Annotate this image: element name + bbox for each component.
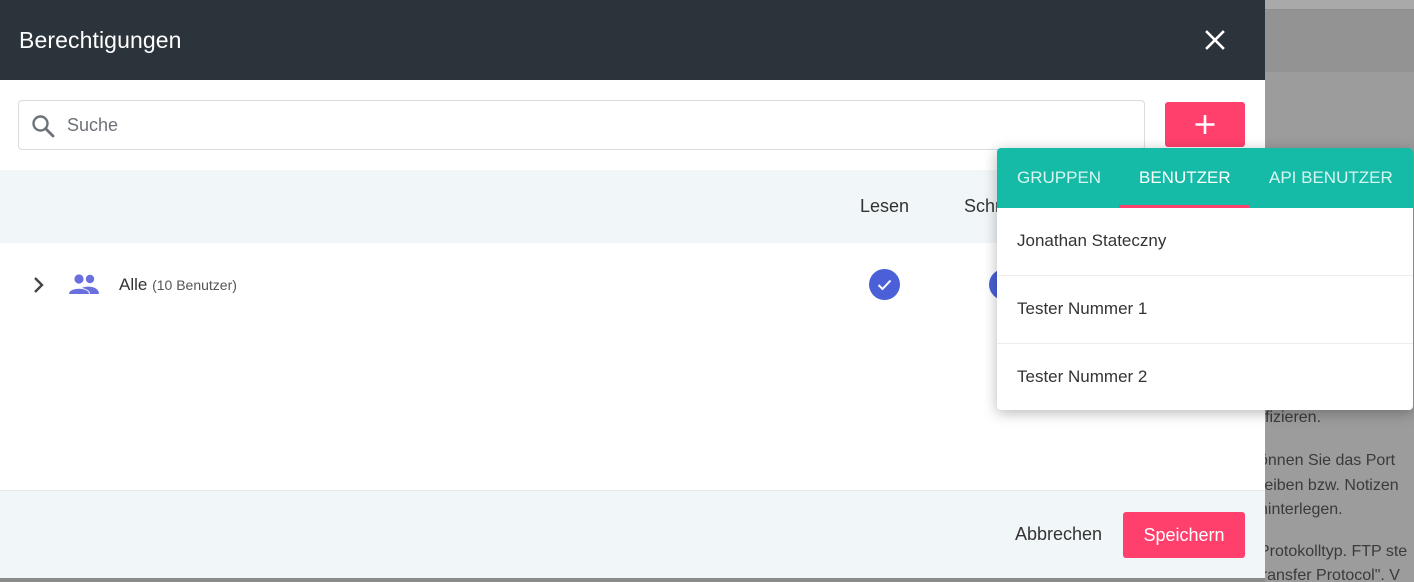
cancel-button[interactable]: Abbrechen [1015,524,1102,545]
list-item[interactable]: Jonathan Stateczny [997,208,1413,276]
column-write-header: Schr [964,196,1002,216]
row-label-name: Alle [119,275,148,294]
column-read-header: Lesen [860,196,910,216]
background-strip [1265,10,1414,72]
search-box [18,100,1145,150]
add-button[interactable] [1165,102,1245,147]
list-item[interactable]: Tester Nummer 1 [997,276,1413,344]
group-icon [69,274,99,294]
tab-groups[interactable]: Gruppen [1017,148,1101,208]
close-icon [1205,30,1225,50]
search-input[interactable] [67,102,1127,148]
search-icon [32,115,55,138]
user-list: Jonathan Stateczny Tester Nummer 1 Teste… [997,208,1413,410]
chevron-right-icon [34,277,44,293]
check-icon [877,279,892,291]
background-topbar [1265,0,1414,10]
read-permission-check[interactable] [869,269,900,300]
add-permission-popup: Gruppen Benutzer API Benutzer Jonathan S… [997,148,1413,410]
expand-button[interactable] [30,275,48,295]
dialog-header: Berechtigungen [0,0,1265,80]
row-label: Alle (10 Benutzer) [119,275,237,295]
dialog-title: Berechtigungen [19,27,182,53]
background-text: reiben bzw. Notizen [1265,477,1399,494]
background-text: fizieren. [1265,409,1322,426]
background-text: hinterlegen. [1265,501,1343,518]
save-button[interactable]: Speichern [1123,512,1245,558]
tab-api-users[interactable]: API Benutzer [1269,148,1393,208]
plus-icon [1195,115,1215,134]
background-text: Protokolltyp. FTP ste [1265,543,1408,560]
tab-users[interactable]: Benutzer [1139,148,1231,208]
popup-tabs: Gruppen Benutzer API Benutzer [997,148,1413,208]
background-text: önnen Sie das Port [1265,452,1396,469]
background-text: "File Transfer Protocol". V [1265,567,1400,582]
dialog-footer: Abbrechen Speichern [0,490,1265,578]
close-button[interactable] [1200,25,1230,55]
list-item[interactable]: Tester Nummer 2 [997,344,1413,410]
row-label-count: (10 Benutzer) [152,277,237,293]
